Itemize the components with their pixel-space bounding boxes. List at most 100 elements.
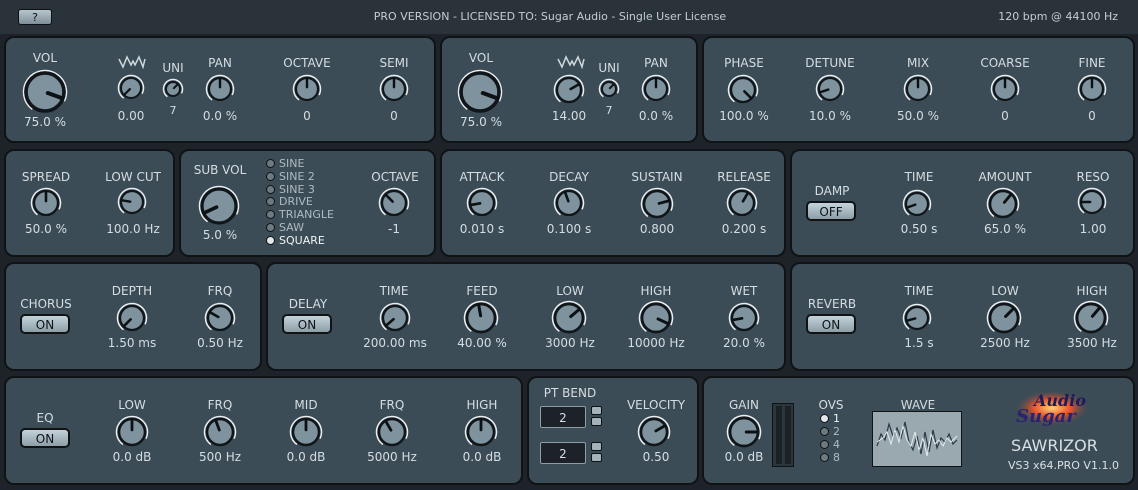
knob-graphic — [115, 415, 149, 449]
damp-time-value: 0.50 s — [900, 222, 938, 236]
sub-wave-option[interactable]: SINE — [266, 157, 304, 170]
ovs-option[interactable]: 8 — [820, 451, 840, 464]
knob-graphic — [22, 69, 68, 115]
help-button[interactable]: ? — [18, 9, 52, 25]
reverb-time-knob[interactable] — [902, 303, 933, 338]
osc2-uni-value: 7 — [605, 104, 613, 117]
damp-amount-knob[interactable] — [986, 187, 1021, 226]
pt-bend-up-decrement[interactable] — [591, 417, 602, 426]
osc1-octave-knob[interactable] — [292, 74, 323, 109]
osc1-vol-knob[interactable] — [22, 69, 69, 120]
pt-bend-down-field[interactable]: 2 — [540, 442, 586, 464]
knob-graphic — [598, 78, 620, 100]
top-bar: ? PRO VERSION - LICENSED TO: Sugar Audio… — [0, 0, 1138, 34]
decay-value: 0.100 s — [546, 222, 592, 236]
meter-right-channel — [785, 406, 791, 464]
eq-frq1-knob[interactable] — [203, 415, 238, 454]
fine-label: FINE — [1078, 56, 1106, 70]
pt-bend-down-decrement[interactable] — [591, 453, 602, 462]
osc1-pan-knob[interactable] — [205, 74, 236, 109]
pt-bend-down-increment[interactable] — [591, 442, 602, 451]
knob-graphic — [204, 302, 236, 334]
sustain-value: 0.800 — [639, 222, 675, 236]
sub-octave-knob[interactable] — [378, 187, 411, 224]
eq-high-knob[interactable] — [464, 415, 499, 454]
sub-wave-option-label: SINE 2 — [279, 169, 315, 183]
osc2-detune-knob[interactable] — [553, 74, 586, 111]
osc2-uni-label: UNI — [598, 61, 620, 75]
pt-bend-up-increment[interactable] — [591, 406, 602, 415]
sub-wave-option[interactable]: SINE 2 — [266, 170, 315, 183]
radio-dot-icon — [266, 159, 275, 168]
attack-knob[interactable] — [466, 187, 499, 224]
eq-low-label: LOW — [118, 398, 146, 412]
eq-frq2-knob[interactable] — [375, 415, 410, 454]
delay-time-label: TIME — [379, 284, 409, 298]
pt-bend-up-field[interactable]: 2 — [540, 406, 586, 428]
sub-vol-knob[interactable] — [198, 185, 241, 232]
osc1-semi-knob[interactable] — [379, 74, 410, 109]
knob-graphic — [726, 187, 758, 219]
delay-time-value: 200.00 ms — [363, 336, 427, 350]
reverb-high-label: HIGH — [1076, 284, 1108, 298]
fine-knob[interactable] — [1077, 74, 1108, 109]
waveform-trace — [876, 421, 958, 457]
mix-knob[interactable] — [903, 74, 934, 109]
osc2-pan-knob[interactable] — [641, 74, 672, 109]
knob-graphic — [640, 187, 674, 221]
osc1-uni-knob[interactable] — [162, 78, 185, 105]
osc1-detune-knob[interactable] — [117, 74, 146, 107]
radio-dot-icon — [266, 171, 275, 181]
sub-wave-option[interactable]: DRIVE — [266, 195, 313, 208]
damp-toggle[interactable]: OFF — [806, 201, 856, 221]
eq-toggle[interactable]: ON — [20, 428, 70, 448]
delay-wet-knob[interactable] — [728, 302, 761, 339]
knob-graphic — [116, 302, 148, 334]
eq-mid-knob[interactable] — [289, 415, 324, 454]
eq-mid-value: 0.0 dB — [286, 450, 326, 464]
sub-wave-option-label: SINE 3 — [279, 182, 315, 196]
sub-wave-option[interactable]: SAW — [266, 221, 304, 234]
ovs-option[interactable]: 1 — [820, 412, 840, 425]
delay-toggle[interactable]: ON — [282, 314, 332, 334]
velocity-value: 0.50 — [642, 450, 670, 464]
waveform-display — [872, 411, 962, 467]
sub-wave-option[interactable]: TRIANGLE — [266, 208, 334, 221]
chorus-depth-knob[interactable] — [116, 302, 149, 339]
knob-graphic — [726, 414, 762, 450]
damp-reso-knob[interactable] — [1077, 187, 1108, 222]
release-knob[interactable] — [726, 187, 759, 224]
sub-wave-option-label: DRIVE — [279, 195, 313, 209]
radio-dot-icon — [266, 197, 275, 207]
pt-bend-label: PT BEND — [543, 386, 597, 400]
coarse-knob[interactable] — [990, 74, 1021, 109]
knob-graphic — [205, 74, 235, 104]
osc2-pan-value: 0.0 % — [638, 109, 674, 123]
ovs-option[interactable]: 2 — [820, 425, 840, 438]
eq-mid-label: MID — [294, 398, 318, 412]
knob-graphic — [289, 415, 323, 449]
chorus-frq-label: FRQ — [207, 284, 233, 298]
reverb-toggle[interactable]: ON — [806, 314, 856, 334]
osc2-uni-knob[interactable] — [598, 78, 621, 105]
detune-glyph — [557, 55, 585, 70]
velocity-knob[interactable] — [637, 415, 672, 454]
decay-knob[interactable] — [553, 187, 586, 224]
sustain-knob[interactable] — [640, 187, 675, 226]
eq-low-knob[interactable] — [115, 415, 150, 454]
chorus-toggle[interactable]: ON — [20, 314, 70, 334]
delay-time-knob[interactable] — [379, 302, 412, 339]
sub-wave-option[interactable]: SINE 3 — [266, 183, 315, 196]
detune-knob[interactable] — [815, 74, 846, 109]
svg-text:Sugar: Sugar — [1016, 406, 1077, 427]
osc2-vol-knob[interactable] — [457, 69, 504, 120]
damp-time-knob[interactable] — [902, 189, 933, 224]
ovs-option[interactable]: 4 — [820, 438, 840, 451]
lowcut-knob[interactable] — [117, 187, 148, 222]
decay-label: DECAY — [549, 170, 589, 184]
attack-value: 0.010 s — [459, 222, 505, 236]
chorus-frq-knob[interactable] — [204, 302, 237, 339]
spread-knob[interactable] — [30, 187, 63, 224]
phase-knob[interactable] — [727, 74, 760, 111]
sub-wave-option[interactable]: SQUARE — [266, 234, 325, 247]
